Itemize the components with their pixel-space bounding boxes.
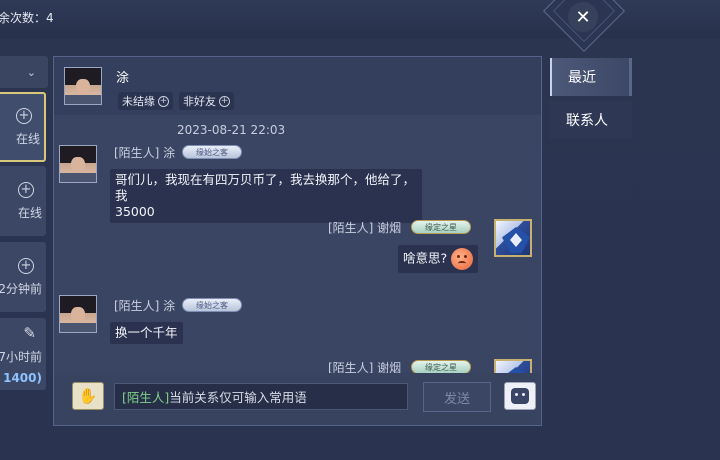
input-text: 当前关系仅可输入常用语 (169, 390, 307, 405)
avatar[interactable] (59, 295, 97, 333)
title-badge: 缘定之星 (411, 220, 471, 234)
hand-icon[interactable]: ✋ (72, 382, 104, 410)
contact-status: 在线 (17, 205, 42, 220)
plus-icon[interactable]: + (18, 181, 34, 198)
avatar[interactable] (494, 219, 532, 257)
message-input[interactable]: [陌生人] 当前关系仅可输入常用语 (114, 383, 408, 410)
close-x-icon[interactable]: ✕ (568, 2, 598, 32)
contact-status: 7小时前 (0, 349, 42, 364)
contact-item[interactable]: + 2分钟前 (0, 242, 46, 312)
tag-unbound[interactable]: 未结缘 + (118, 92, 173, 110)
contact-item[interactable]: + 在线 (0, 92, 46, 162)
left-contact-list: ⌄ + 在线 + 在线 + 2分钟前 ✎ 7小时前 1400) (0, 56, 48, 428)
contact-status: 2分钟前 (0, 281, 42, 296)
message-bubble: 换一个千年 (110, 322, 183, 344)
message-bubble: 啥意思? (398, 245, 479, 273)
avatar[interactable] (59, 145, 97, 183)
brush-icon: ✎ (23, 323, 36, 342)
avatar[interactable] (64, 67, 102, 105)
chat-panel: 涂 未结缘 + 非好友 + 2023-08-21 22:03 [陌生人] 涂 缘… (53, 56, 542, 426)
tab-contacts[interactable]: 联系人 (550, 101, 632, 139)
filter-dropdown[interactable]: ⌄ (0, 56, 48, 88)
plus-circle-icon: + (219, 95, 230, 107)
sender-name: [陌生人] 涂 (114, 146, 176, 160)
avatar[interactable] (494, 359, 532, 373)
top-bar: 余次数：4 ✕ (0, 0, 720, 53)
chat-header: 涂 未结缘 + 非好友 + (54, 57, 541, 115)
title-badge: 缘始之客 (182, 145, 242, 159)
message-bubble: 哥们儿，我现在有四万贝币了，我去换那个，他给了，我 35000 (110, 169, 422, 223)
chevron-down-icon: ⌄ (26, 65, 36, 79)
plus-icon[interactable]: + (18, 257, 34, 274)
sender-name: [陌生人] 谢烟 (328, 221, 402, 235)
send-button[interactable]: 发送 (423, 382, 491, 412)
title-badge: 缘始之客 (182, 298, 242, 312)
contact-item[interactable]: ✎ 7小时前 1400) (0, 318, 46, 390)
contact-sub: 1400) (3, 370, 42, 385)
timestamp: 2023-08-21 22:03 (177, 123, 286, 137)
input-prefix: [陌生人] (122, 390, 170, 405)
tag-not-friend[interactable]: 非好友 + (179, 92, 234, 110)
plus-circle-icon: + (158, 95, 169, 107)
tab-recent[interactable]: 最近 (550, 58, 632, 96)
title-badge: 缘定之星 (411, 360, 471, 373)
emoji-face-icon[interactable] (504, 382, 536, 410)
contact-status: 在线 (15, 131, 40, 146)
face-emoji-icon (451, 248, 474, 270)
sender-name: [陌生人] 谢烟 (328, 361, 402, 373)
contact-item[interactable]: + 在线 (0, 166, 46, 236)
contact-name: 涂 (116, 71, 130, 86)
plus-icon[interactable]: + (16, 107, 32, 124)
remaining-count: 余次数：4 (0, 11, 54, 25)
message-list[interactable]: 2023-08-21 22:03 [陌生人] 涂 缘始之客 哥们儿，我现在有四万… (54, 115, 541, 373)
input-bar: ✋ [陌生人] 当前关系仅可输入常用语 发送 (54, 373, 541, 425)
sender-name: [陌生人] 涂 (114, 299, 176, 313)
